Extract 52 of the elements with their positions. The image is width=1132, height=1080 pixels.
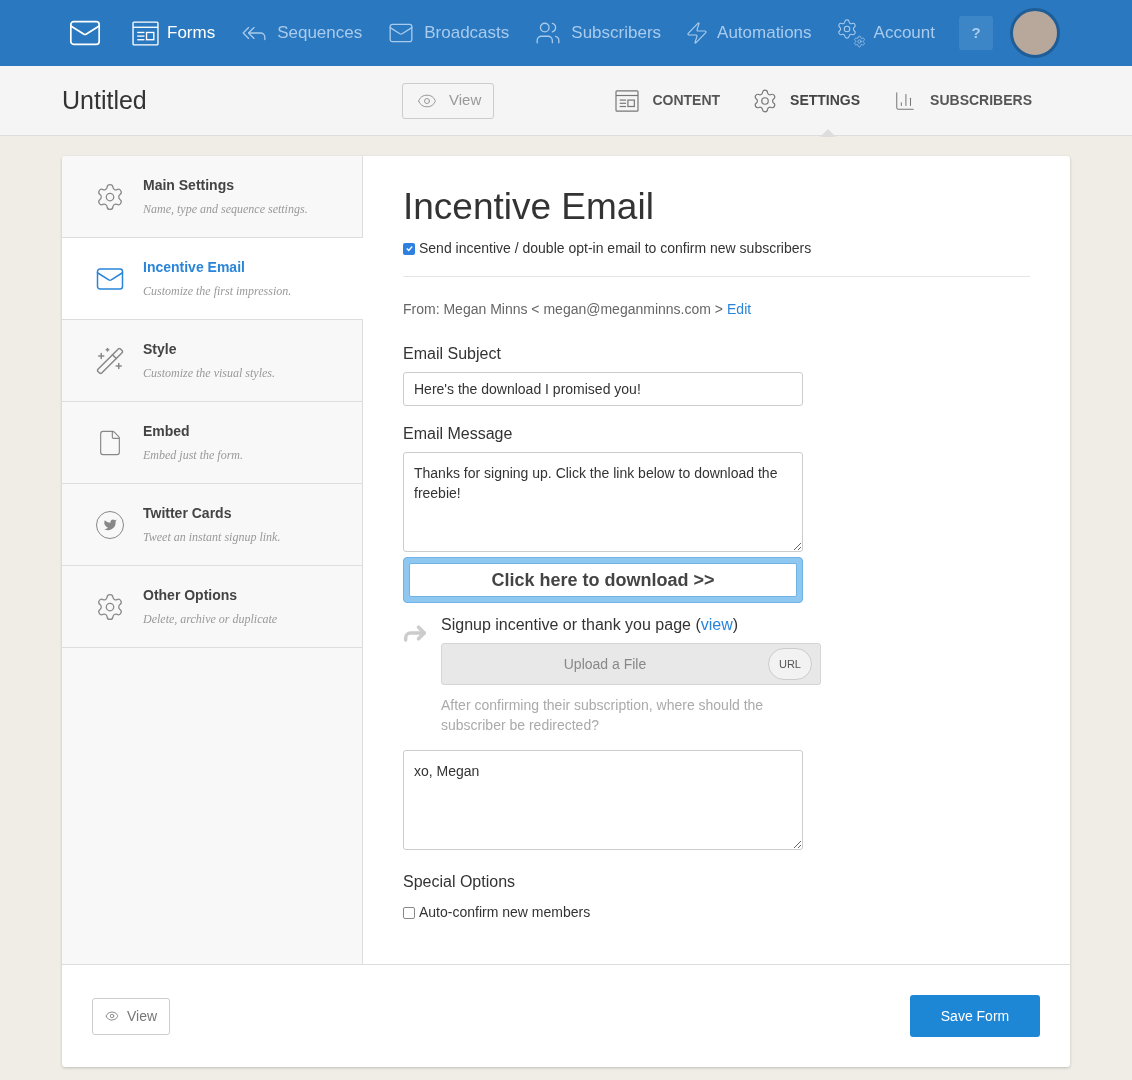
- sidebar-item[interactable]: Twitter Cards Tweet an instant signup link.: [62, 484, 362, 566]
- form-title: Untitled: [62, 84, 148, 116]
- download-button[interactable]: Click here to download >>: [409, 563, 797, 597]
- nav-link[interactable]: Forms: [132, 20, 216, 46]
- section-heading: Incentive Email: [403, 186, 655, 228]
- header-tab[interactable]: CONTENT: [614, 65, 721, 136]
- header-tab[interactable]: SETTINGS: [752, 65, 861, 136]
- header-tab[interactable]: SUBSCRIBERS: [892, 65, 1032, 136]
- sidebar-item-subtitle: Embed just the form.: [143, 447, 243, 464]
- sidebar-item-title: Other Options: [143, 586, 239, 605]
- sidebar-item-title: Incentive Email: [143, 258, 246, 277]
- save-form-button[interactable]: Save Form: [910, 995, 1040, 1037]
- subject-field[interactable]: Here's the download I promised you!: [403, 372, 803, 406]
- sidebar-item-title: Twitter Cards: [143, 504, 233, 523]
- sidebar-item-subtitle: Delete, archive or duplicate: [143, 611, 278, 628]
- sidebar-item[interactable]: Embed Embed just the form.: [62, 402, 362, 484]
- message-field[interactable]: Thanks for signing up. Click the link below to download the freebie!: [403, 452, 803, 552]
- redirect-hint: After confirming their subscription, where should the subscriber be redirected?: [441, 696, 765, 735]
- sidebar-item[interactable]: Style Customize the visual styles.: [62, 320, 362, 402]
- sidebar-item-subtitle: Customize the first impression.: [143, 283, 292, 300]
- field-label: Email Subject: [403, 344, 502, 364]
- checkbox[interactable]: [403, 906, 415, 919]
- eye-icon: [105, 1009, 119, 1023]
- sidebar-item[interactable]: Incentive Email Customize the first impression.: [62, 238, 363, 320]
- form-window-icon: [614, 89, 641, 112]
- checkbox-label: Send incentive / double opt-in email to confirm new subscribers: [419, 239, 812, 258]
- form-window-icon: [132, 20, 159, 46]
- signature-field[interactable]: xo, Megan: [403, 750, 803, 850]
- checkbox[interactable]: [403, 242, 415, 255]
- sidebar-item-subtitle: Name, type and sequence settings.: [143, 201, 308, 218]
- magic-wand-icon: [95, 345, 125, 376]
- view-button[interactable]: View: [92, 997, 171, 1035]
- sidebar-item-title: Style: [143, 340, 178, 359]
- section-label: Special Options: [403, 872, 517, 892]
- checkbox-label: Auto-confirm new members: [419, 903, 591, 922]
- view-link[interactable]: view: [700, 616, 733, 633]
- avatar[interactable]: [1010, 8, 1060, 58]
- sidebar-item-subtitle: Tweet an instant signup link.: [143, 529, 281, 546]
- url-button[interactable]: URL: [768, 648, 812, 680]
- sidebar-item-title: Embed: [143, 422, 191, 441]
- from-address: From: Megan Minns < megan@meganminns.com >: [403, 300, 723, 319]
- redirect-label: Signup incentive or thank you page (view): [441, 615, 740, 635]
- edit-link[interactable]: Edit: [727, 299, 752, 320]
- sidebar-item-subtitle: Customize the visual styles.: [143, 365, 275, 382]
- upload-label: Upload a File: [562, 654, 648, 674]
- sidebar-item[interactable]: Other Options Delete, archive or duplicate: [62, 566, 362, 648]
- sidebar-item-title: Main Settings: [143, 176, 235, 195]
- upload-field[interactable]: Upload a File URL: [441, 643, 821, 685]
- field-label: Email Message: [403, 424, 514, 444]
- gears-icon: [835, 18, 866, 48]
- settings-icon: [95, 591, 125, 622]
- settings-icon: [95, 181, 125, 212]
